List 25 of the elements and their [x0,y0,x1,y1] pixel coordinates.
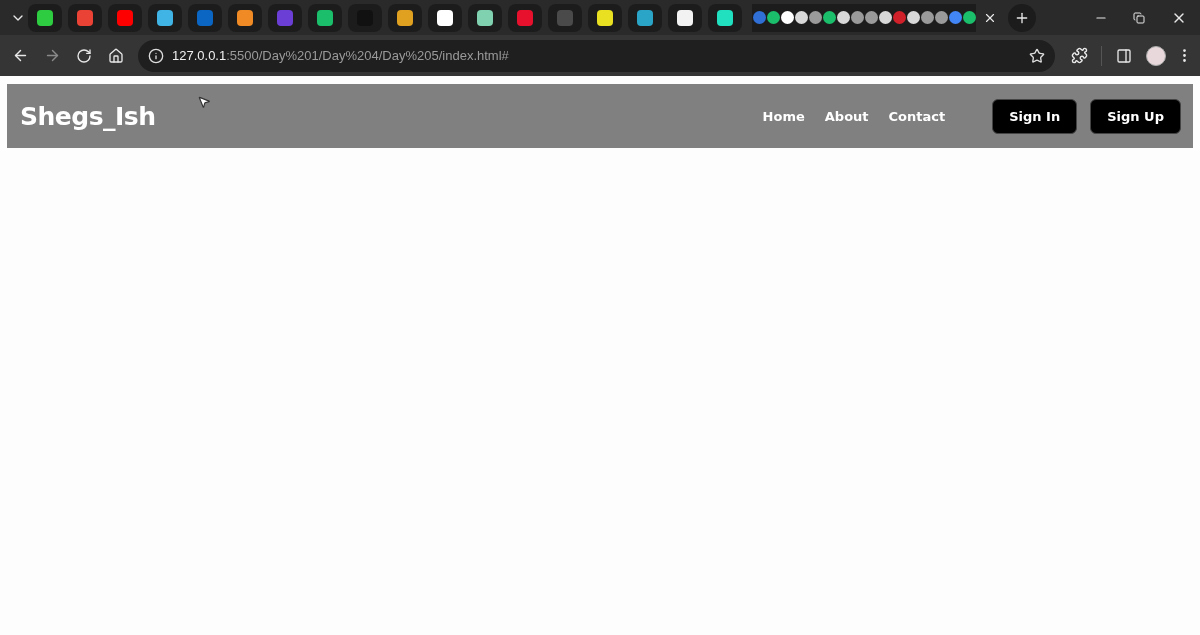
pinned-tab[interactable] [28,3,62,32]
pinned-tab[interactable] [228,3,262,32]
nav-link[interactable]: Contact [888,108,946,124]
url-path: :5500/Day%201/Day%204/Day%205/index.html# [226,48,509,63]
pinned-tab[interactable] [428,3,462,32]
address-bar[interactable]: 127.0.0.1:5500/Day%201/Day%204/Day%205/index.html# [138,39,1055,72]
bookmark-star-icon[interactable] [1029,47,1045,64]
pinned-tab[interactable] [388,3,422,32]
site-logo[interactable]: Shegs_Ish [20,101,156,131]
nav-link[interactable]: Home [762,108,805,124]
pinned-tab[interactable] [308,3,342,32]
pinned-tab[interactable] [468,3,502,32]
url-host: 127.0.0.1 [172,48,227,63]
pinned-tab[interactable] [668,3,702,32]
pinned-tab[interactable] [708,3,742,32]
sign-in-button[interactable]: Sign In [992,98,1078,134]
tab-group[interactable] [752,3,976,32]
pinned-tab[interactable] [628,3,662,32]
new-tab-icon[interactable] [1008,3,1036,32]
pinned-tab[interactable] [148,3,182,32]
info-icon[interactable] [148,47,164,64]
sign-up-button[interactable]: Sign Up [1090,98,1181,134]
pinned-tab[interactable] [588,3,622,32]
avatar[interactable] [1146,45,1166,66]
nav-link[interactable]: About [824,108,869,124]
